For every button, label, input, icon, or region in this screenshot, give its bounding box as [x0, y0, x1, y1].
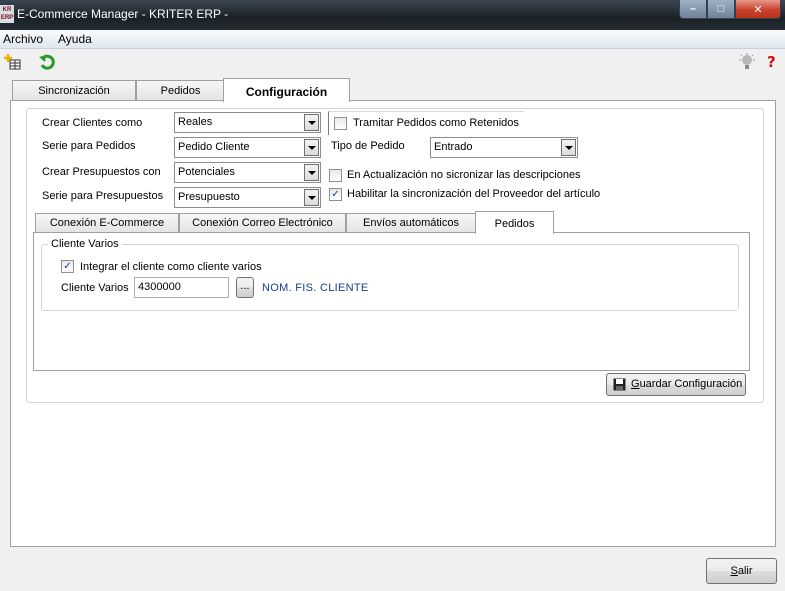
actualizacion-label: En Actualización no sicronizar las descr…: [347, 169, 581, 181]
tab-configuracion[interactable]: Configuración: [223, 78, 350, 102]
guardar-configuracion-button[interactable]: Guardar Configuración: [606, 373, 746, 396]
crear-presupuestos-select[interactable]: Potenciales: [174, 162, 321, 183]
chevron-down-icon[interactable]: [561, 139, 576, 156]
window-title: E-Commerce Manager - KRITER ERP -: [17, 7, 229, 21]
integrar-checkbox[interactable]: ✓: [61, 260, 74, 273]
habilitar-checkbox[interactable]: ✓: [329, 188, 342, 201]
serie-pedidos-select[interactable]: Pedido Cliente: [174, 137, 321, 158]
crear-clientes-label: Crear Clientes como: [42, 117, 143, 129]
window-controls: – □ ✕: [679, 0, 781, 19]
chevron-down-icon[interactable]: [304, 189, 319, 206]
integrar-label: Integrar el cliente como cliente varios: [80, 261, 262, 273]
kriter-app-icon[interactable]: KR ERP: [0, 5, 14, 23]
title-bar: KR ERP E-Commerce Manager - KRITER ERP -…: [0, 0, 785, 30]
chevron-down-icon[interactable]: [304, 114, 319, 131]
cliente-varios-group-title: Cliente Varios: [48, 238, 122, 250]
tab-pedidos-inner[interactable]: Pedidos: [475, 211, 554, 234]
tramitar-label: Tramitar Pedidos como Retenidos: [353, 117, 519, 129]
close-button[interactable]: ✕: [735, 0, 781, 19]
maximize-button[interactable]: □: [707, 0, 735, 19]
serie-pedidos-label: Serie para Pedidos: [42, 140, 136, 152]
salir-mnemonic: S: [730, 565, 738, 577]
cliente-varios-label: Cliente Varios: [61, 282, 129, 294]
guardar-label: uardar Configuración: [639, 378, 743, 390]
help-icon[interactable]: ?: [764, 53, 782, 71]
crear-presupuestos-value: Potenciales: [178, 166, 235, 178]
serie-pedidos-value: Pedido Cliente: [178, 141, 250, 153]
refresh-icon[interactable]: [38, 53, 56, 71]
menu-bar: Archivo Ayuda: [0, 30, 785, 49]
cliente-nombre: NOM. FIS. CLIENTE: [262, 282, 369, 294]
cliente-varios-input[interactable]: 4300000: [134, 277, 229, 298]
serie-presupuestos-label: Serie para Presupuestos: [42, 190, 164, 202]
chevron-down-icon[interactable]: [304, 164, 319, 181]
lightbulb-icon[interactable]: [738, 53, 756, 71]
tab-conexion-ecommerce[interactable]: Conexión E-Commerce: [35, 213, 179, 233]
minimize-button[interactable]: –: [679, 0, 707, 19]
guardar-mnemonic: G: [631, 378, 640, 390]
toolbar: ?: [0, 49, 785, 75]
menu-archivo[interactable]: Archivo: [3, 32, 43, 46]
tipo-pedido-label: Tipo de Pedido: [331, 140, 405, 152]
salir-label: alir: [737, 565, 753, 577]
actualizacion-checkbox[interactable]: [329, 169, 342, 182]
habilitar-label: Habilitar la sincronización del Proveedo…: [347, 188, 601, 200]
tipo-pedido-select[interactable]: Entrado: [430, 137, 578, 158]
serie-presupuestos-select[interactable]: Presupuesto: [174, 187, 321, 208]
tramitar-checkbox[interactable]: [334, 117, 347, 130]
crear-clientes-value: Reales: [178, 116, 213, 128]
tab-conexion-correo[interactable]: Conexión Correo Electrónico: [179, 213, 346, 233]
svg-text:?: ?: [767, 53, 776, 71]
new-grid-icon[interactable]: [4, 53, 22, 71]
browse-cliente-button[interactable]: ...: [236, 277, 254, 298]
serie-presupuestos-value: Presupuesto: [178, 191, 240, 203]
tab-envios-automaticos[interactable]: Envíos automáticos: [346, 213, 476, 233]
menu-ayuda[interactable]: Ayuda: [58, 32, 92, 46]
tab-sincronizacion[interactable]: Sincronización: [12, 80, 136, 101]
salir-button[interactable]: Salir: [706, 558, 777, 584]
crear-clientes-select[interactable]: Reales: [174, 112, 321, 133]
tipo-pedido-value: Entrado: [434, 141, 473, 153]
save-icon: [613, 378, 626, 391]
tab-pedidos[interactable]: Pedidos: [136, 80, 225, 101]
chevron-down-icon[interactable]: [304, 139, 319, 156]
crear-presupuestos-label: Crear Presupuestos con: [42, 166, 161, 178]
